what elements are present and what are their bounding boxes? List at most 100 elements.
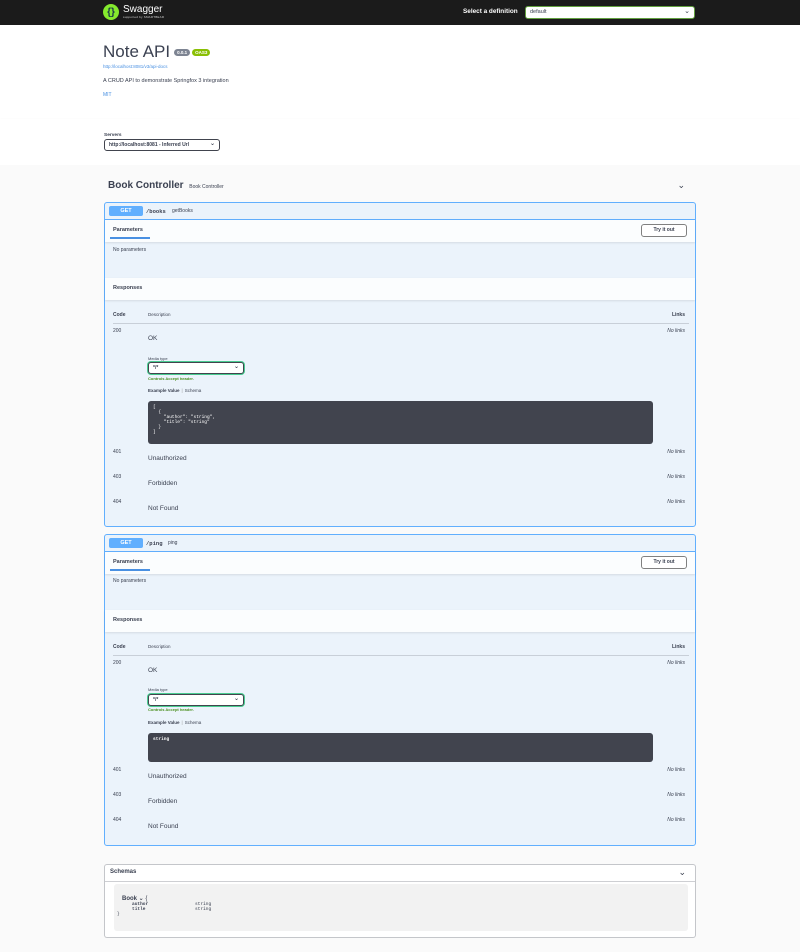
media-type-label: Media type: [148, 356, 168, 361]
api-docs-link[interactable]: http://localhost:8081/v3/api-docs: [103, 64, 703, 69]
model-close-brace: }: [117, 912, 120, 917]
chevron-down-icon: ⌄: [209, 141, 215, 147]
definition-label: Select a definition: [463, 8, 518, 15]
column-divider: [113, 323, 689, 324]
example-value-tab[interactable]: Example Value: [148, 388, 180, 393]
responses-header: Responses: [105, 610, 695, 632]
parameters-tab[interactable]: Parameters: [113, 227, 143, 233]
response-code: 404: [113, 499, 122, 505]
operation-path: /books: [146, 208, 166, 215]
example-tabs: Example Value | Schema: [148, 720, 202, 725]
tag-book-controller[interactable]: Book Controller Book Controller ⌄: [108, 180, 688, 194]
response-description: OK: [148, 335, 158, 342]
response-links: No links: [667, 328, 685, 334]
model-properties: author string title string }: [117, 902, 211, 917]
response-links: No links: [667, 792, 685, 798]
opblock-get-books: GET /books getBooks Parameters Try it ou…: [104, 202, 696, 527]
opblock-get-ping: GET /ping ping Parameters Try it out No …: [104, 534, 696, 846]
media-type-value: */*: [153, 697, 159, 703]
logo-name: Swagger: [123, 4, 163, 15]
response-links: No links: [667, 817, 685, 823]
parameters-header: Parameters Try it out: [105, 552, 695, 574]
parameters-tab[interactable]: Parameters: [113, 559, 143, 565]
swagger-logo[interactable]: {} Swagger supported by SMARTBEAR: [103, 4, 164, 20]
response-code: 200: [113, 660, 122, 666]
example-code-block: string: [148, 733, 653, 762]
servers-value: http://localhost:8081 - Inferred Url: [109, 142, 190, 148]
definition-select[interactable]: default ⌄: [525, 6, 695, 19]
media-type-select[interactable]: */* ⌄: [148, 694, 244, 706]
operation-summary[interactable]: GET /ping ping: [105, 535, 695, 552]
responses-label: Responses: [113, 617, 143, 623]
response-code: 403: [113, 474, 122, 480]
try-it-out-button[interactable]: Try it out: [641, 224, 687, 237]
chevron-down-icon: ⌄: [684, 8, 690, 15]
response-description: Forbidden: [148, 480, 178, 487]
model-property: title string: [132, 907, 211, 912]
response-description: Not Found: [148, 823, 179, 830]
logo-sub: supported by SMARTBEAR: [123, 15, 165, 19]
chevron-down-icon[interactable]: ⌄: [678, 867, 686, 878]
operation-path: /ping: [146, 540, 163, 547]
code-column-header: Code: [113, 312, 126, 318]
version-badge: 0.0.1: [174, 48, 191, 56]
response-code: 404: [113, 817, 122, 823]
operation-description: ping: [168, 540, 178, 546]
servers-label: Servers: [104, 133, 122, 138]
parameters-tab-indicator: [110, 569, 150, 571]
response-code: 401: [113, 449, 122, 455]
swagger-logo-icon: {}: [103, 4, 119, 20]
model-title[interactable]: Book ⌄ {: [122, 895, 147, 902]
tag-description: Book Controller: [189, 184, 224, 190]
example-value-tab[interactable]: Example Value: [148, 720, 180, 725]
method-badge: GET: [109, 206, 143, 216]
media-type-value: */*: [153, 365, 159, 371]
media-type-note: Controls Accept header.: [148, 707, 194, 712]
response-description: Not Found: [148, 505, 179, 512]
schemas-section: Schemas ⌄ Book ⌄ { author string title s…: [104, 864, 696, 938]
responses-label: Responses: [113, 285, 143, 291]
chevron-down-icon: ⌄: [233, 696, 239, 702]
model-book[interactable]: Book ⌄ { author string title string }: [114, 884, 688, 931]
top-bar: {} Swagger supported by SMARTBEAR Select…: [0, 0, 800, 25]
parameters-tab-indicator: [110, 237, 150, 239]
media-type-label: Media type: [148, 687, 168, 692]
tag-title: Book Controller: [108, 180, 184, 191]
api-info: Note API 0.0.1 OAS3 http://localhost:808…: [103, 42, 703, 98]
api-description: A CRUD API to demonstrate Springfox 3 in…: [103, 78, 229, 84]
example-tabs: Example Value | Schema: [148, 388, 202, 393]
operation-summary[interactable]: GET /books getBooks: [105, 203, 695, 220]
chevron-down-icon: ⌄: [233, 364, 239, 370]
response-links: No links: [667, 660, 685, 666]
api-title: Note API: [103, 42, 171, 61]
response-code: 200: [113, 328, 122, 334]
parameters-header: Parameters Try it out: [105, 220, 695, 242]
example-code-block: [ { "author": "string", "title": "string…: [148, 401, 653, 444]
definition-value: default: [530, 9, 547, 15]
schema-tab[interactable]: Schema: [185, 388, 202, 393]
chevron-down-icon[interactable]: ⌄: [677, 180, 685, 191]
code-column-header: Code: [113, 644, 126, 650]
response-code: 403: [113, 792, 122, 798]
response-description: Unauthorized: [148, 773, 187, 780]
property-name: title: [132, 907, 146, 912]
property-type: string: [195, 907, 212, 912]
description-column-header: Description: [148, 644, 171, 649]
try-it-out-button[interactable]: Try it out: [641, 556, 687, 569]
method-badge: GET: [109, 538, 143, 548]
schemas-title[interactable]: Schemas: [110, 869, 136, 875]
license-link[interactable]: MIT: [103, 92, 703, 98]
description-column-header: Description: [148, 312, 171, 317]
no-parameters-text: No parameters: [113, 247, 147, 253]
media-type-note: Controls Accept header.: [148, 376, 194, 381]
response-description: OK: [148, 667, 158, 674]
servers-select[interactable]: http://localhost:8081 - Inferred Url ⌄: [104, 139, 220, 151]
response-links: No links: [667, 499, 685, 505]
schema-tab[interactable]: Schema: [185, 720, 202, 725]
response-code: 401: [113, 767, 122, 773]
media-type-select[interactable]: */* ⌄: [148, 362, 244, 374]
response-links: No links: [667, 474, 685, 480]
column-divider: [113, 655, 689, 656]
schemas-divider: [105, 881, 695, 882]
response-description: Unauthorized: [148, 455, 187, 462]
